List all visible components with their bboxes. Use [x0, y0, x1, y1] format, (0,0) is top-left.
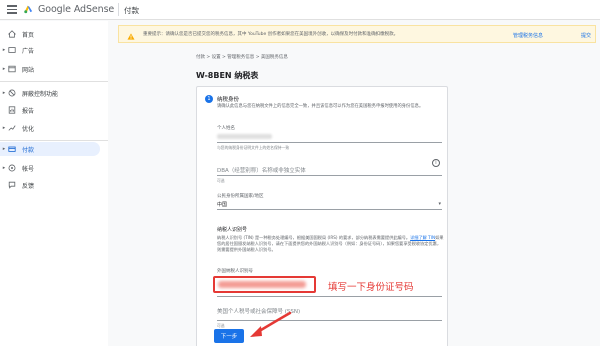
- menu-icon[interactable]: [7, 5, 17, 14]
- sidebar-item-blocking-controls[interactable]: ▸ 屏蔽控制功能: [0, 86, 100, 100]
- country-field-underline[interactable]: [217, 209, 442, 210]
- form-title: W-8BEN 纳税表: [196, 71, 259, 80]
- sidebar-item-label: 首页: [22, 31, 35, 39]
- tax-identity-card: 1 纳税身份 请确认此信息与您在纳税文件上的信息完全一致，并且该信息可以作为您在…: [196, 86, 448, 346]
- sites-icon: [8, 65, 16, 73]
- sidebar-item-label: 报告: [22, 107, 35, 115]
- brand-google: Google: [38, 4, 71, 15]
- adsense-app: Google AdSense 付款 首页 ▸ 广告 ▸ 网站 ▸ 屏蔽控制功能: [0, 0, 600, 346]
- sidebar-item-label: 反馈: [22, 182, 35, 190]
- sidebar-caret: ▸: [2, 125, 6, 131]
- tin-section-title: 纳税人识别号: [217, 227, 248, 233]
- brand-product: AdSense: [73, 4, 115, 15]
- dba-field-hint: 可选: [217, 178, 225, 183]
- annotation-arrow-icon: [250, 311, 292, 337]
- block-icon: [8, 89, 16, 97]
- sidebar-item-reports[interactable]: 报告: [0, 103, 100, 117]
- sidebar-item-label: 网站: [22, 66, 35, 74]
- sidebar-item-label: 屏蔽控制功能: [22, 90, 59, 98]
- ads-icon: [8, 46, 16, 54]
- top-app-bar: Google AdSense 付款: [0, 0, 600, 20]
- banner-submit-link[interactable]: 提交: [581, 32, 591, 39]
- name-field-underline[interactable]: [217, 142, 442, 143]
- sidebar-item-label: 付款: [22, 146, 35, 154]
- sidebar-item-account[interactable]: ▸ 帐号: [0, 161, 100, 175]
- country-select[interactable]: 中国: [217, 201, 227, 208]
- notification-banner: 重要提示：请确认您是否已提交您的税务信息，其中 YouTube 创作者如果您在美…: [118, 25, 596, 43]
- step-description: 请确认此信息与您在纳税文件上的信息完全一致，并且该信息可以作为您在美国税务申报时…: [217, 104, 424, 109]
- country-field-label: 公民身份所属国家/地区: [217, 194, 264, 199]
- payments-icon: [8, 145, 16, 153]
- breadcrumb: 付款 > 设置 > 管理税务信息 > 美国税务信息: [196, 55, 288, 60]
- home-icon: [8, 30, 16, 38]
- learn-more-tin-link[interactable]: 详细了解 TIN: [410, 235, 435, 240]
- sidebar-item-label: 广告: [22, 47, 35, 55]
- brand-name: Google AdSense: [38, 4, 114, 15]
- tin-desc-before: 纳税人识别号 (TIN) 是一种税务处理编号，根据美国国税局 (IRS) 的要求…: [217, 235, 411, 240]
- sidebar-caret: ▸: [2, 165, 6, 171]
- sidebar-divider: [0, 140, 108, 141]
- reports-icon: [8, 106, 16, 114]
- tin-section-description: 纳税人识别号 (TIN) 是一种税务处理编号，根据美国国税局 (IRS) 的要求…: [217, 235, 445, 253]
- foreign-tin-label: 外国纳税人识别号: [217, 269, 253, 274]
- main-content: 重要提示：请确认您是否已提交您的税务信息，其中 YouTube 创作者如果您在美…: [108, 21, 600, 346]
- info-icon[interactable]: i: [432, 159, 440, 167]
- sidebar-caret: ▸: [2, 66, 6, 72]
- next-button[interactable]: 下一步: [214, 329, 244, 343]
- sidebar-item-label: 优化: [22, 125, 35, 133]
- sidebar-item-payments[interactable]: ▸ 付款: [0, 142, 100, 156]
- sidebar: 首页 ▸ 广告 ▸ 网站 ▸ 屏蔽控制功能 报告 ▸ 优化 ▸ 付款 ▸ 帐号 …: [0, 21, 108, 346]
- annotation-highlight-box: [213, 276, 316, 293]
- sidebar-item-label: 帐号: [22, 165, 35, 173]
- step-number-badge: 1: [205, 95, 213, 103]
- account-icon: [8, 164, 16, 172]
- sidebar-caret: ▸: [2, 90, 6, 96]
- page-title: 付款: [124, 6, 139, 15]
- dba-field-underline[interactable]: [217, 175, 442, 176]
- name-field-label: 个人姓名: [217, 126, 235, 131]
- sidebar-divider: [0, 81, 108, 82]
- name-field-hint: 与您的纳税身份证明文件上的姓名保持一致: [217, 145, 290, 150]
- sidebar-caret: ▸: [2, 146, 6, 152]
- feedback-icon: [8, 181, 16, 189]
- manage-tax-info-link[interactable]: 管理税务信息: [513, 32, 543, 39]
- dba-input[interactable]: DBA（经营别称）名称或非独立实体: [217, 166, 306, 174]
- sidebar-item-home[interactable]: 首页: [0, 27, 100, 41]
- sidebar-item-feedback[interactable]: 反馈: [0, 178, 100, 192]
- foreign-tin-underline[interactable]: [217, 296, 442, 297]
- sidebar-caret: ▸: [2, 47, 6, 53]
- annotation-text: 填写一下身份证号码: [328, 282, 414, 293]
- redacted-name: [217, 134, 272, 139]
- chevron-down-icon[interactable]: ▾: [438, 201, 441, 207]
- sidebar-item-optimize[interactable]: ▸ 优化: [0, 121, 100, 135]
- step-title: 纳税身份: [217, 97, 240, 103]
- banner-text: 重要提示：请确认您是否已提交您的税务信息，其中 YouTube 创作者如果您在美…: [143, 32, 399, 37]
- topbar-divider: [118, 3, 119, 16]
- sidebar-item-ads[interactable]: ▸ 广告: [0, 43, 100, 57]
- optimize-icon: [8, 124, 16, 132]
- warning-icon: [127, 25, 137, 44]
- sidebar-item-sites[interactable]: ▸ 网站: [0, 62, 100, 76]
- adsense-logo-icon: [24, 5, 33, 14]
